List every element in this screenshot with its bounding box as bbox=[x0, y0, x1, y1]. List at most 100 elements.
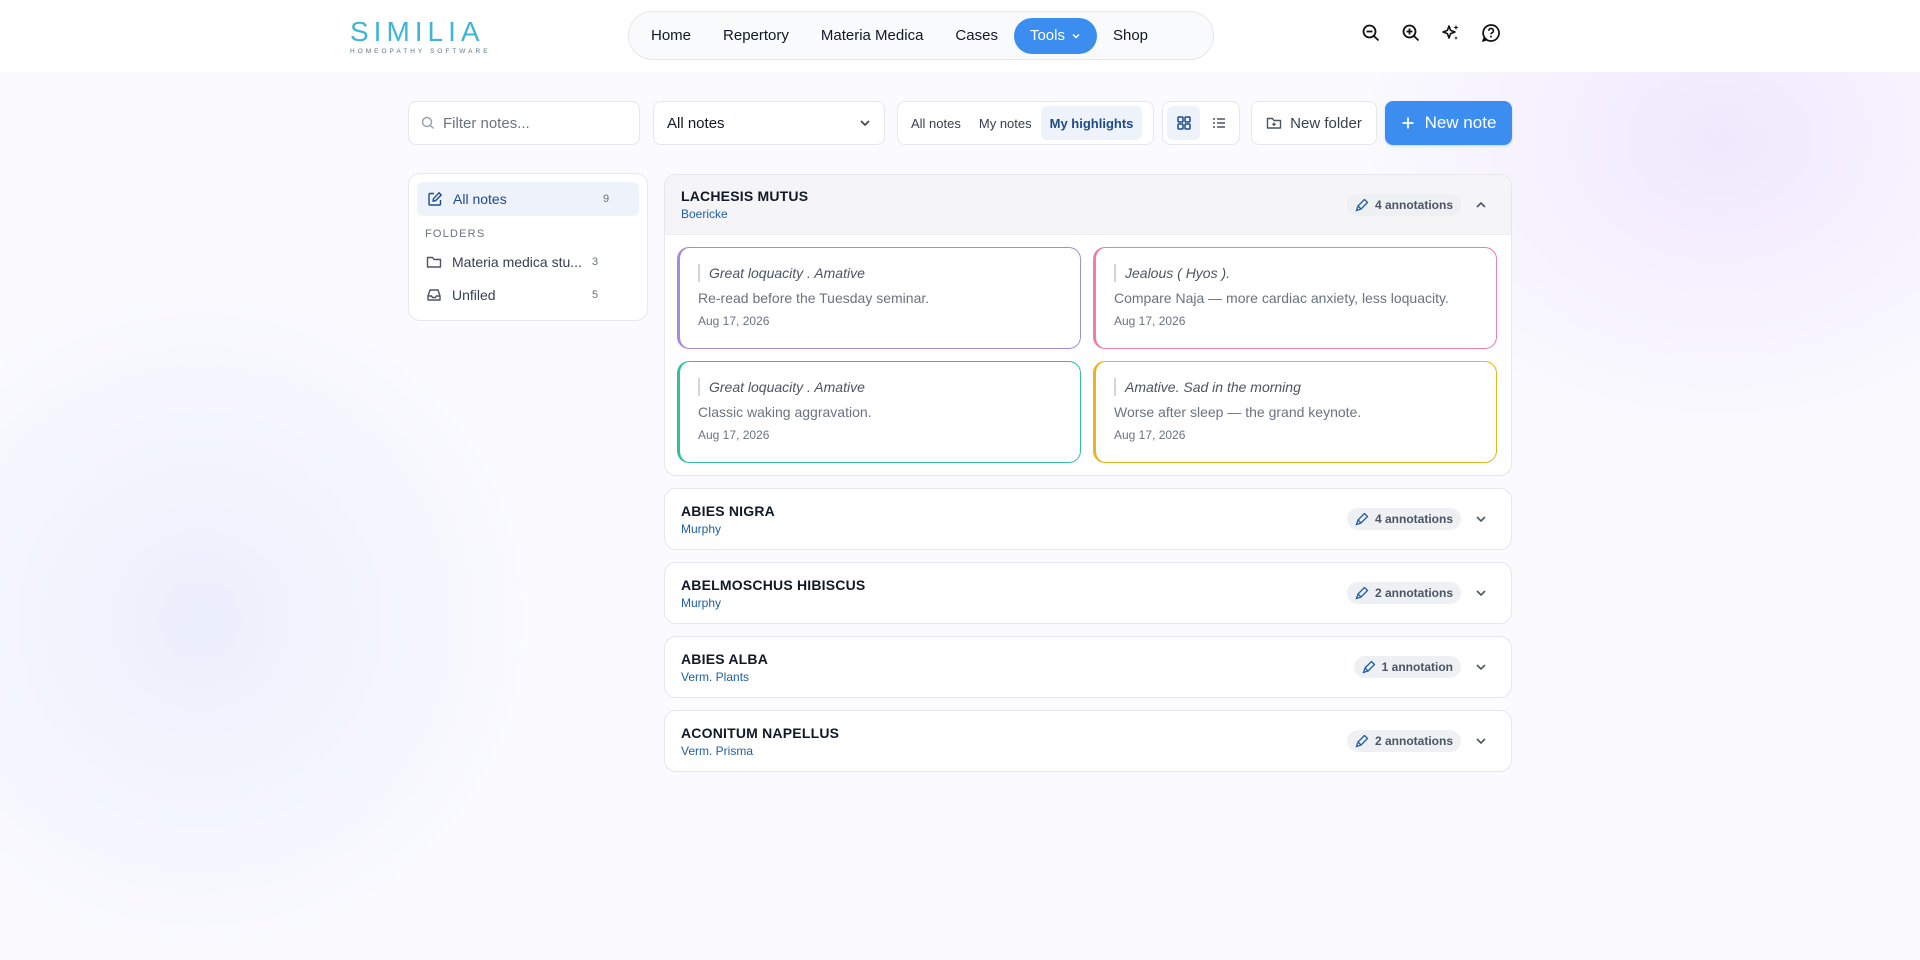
folders-heading: FOLDERS bbox=[425, 228, 486, 240]
remedy-title: ACONITUM NAPELLUS bbox=[681, 724, 840, 741]
remedy-group-header[interactable]: ACONITUM NAPELLUS Verm. Prisma 2 annotat… bbox=[665, 711, 1511, 771]
remedy-group-header[interactable]: LACHESIS MUTUS Boericke 4 annotations bbox=[665, 175, 1511, 235]
nav-item-tools[interactable]: Tools bbox=[1013, 17, 1097, 54]
annotation-note: Compare Naja — more cardiac anxiety, les… bbox=[1114, 290, 1449, 306]
brand-name: SIMILIA bbox=[350, 15, 485, 47]
search-icon bbox=[421, 116, 435, 130]
tab-all-notes[interactable]: All notes bbox=[902, 106, 970, 140]
remedy-source-link[interactable]: Verm. Plants bbox=[681, 670, 1354, 684]
plus-icon bbox=[1402, 117, 1414, 129]
folder-icon bbox=[426, 256, 442, 268]
view-mode-toggle bbox=[1162, 101, 1240, 145]
filter-notes-input[interactable] bbox=[443, 114, 623, 132]
notes-scope-select[interactable]: All notes bbox=[653, 101, 885, 145]
new-note-button[interactable]: New note bbox=[1385, 101, 1512, 145]
chevron-down-icon[interactable] bbox=[1467, 579, 1495, 607]
chevron-up-icon[interactable] bbox=[1467, 191, 1495, 219]
chevron-down-icon[interactable] bbox=[1467, 727, 1495, 755]
zoom-out-icon[interactable] bbox=[1360, 22, 1382, 44]
new-note-label: New note bbox=[1424, 113, 1497, 132]
remedy-group-header[interactable]: ABELMOSCHUS HIBISCUS Murphy 2 annotation… bbox=[665, 563, 1511, 623]
sparkles-icon[interactable] bbox=[1440, 22, 1462, 44]
list-view-button[interactable] bbox=[1202, 106, 1235, 140]
annotation-date: Aug 17, 2026 bbox=[1114, 428, 1186, 442]
highlighter-icon bbox=[1355, 586, 1369, 600]
remedy-source-link[interactable]: Murphy bbox=[681, 596, 1347, 610]
remedy-source-link[interactable]: Boericke bbox=[681, 207, 1347, 221]
highlighter-icon bbox=[1355, 734, 1369, 748]
remedy-source-link[interactable]: Murphy bbox=[681, 522, 1347, 536]
notes-scope-value: All notes bbox=[667, 114, 725, 132]
nav-item-home[interactable]: Home bbox=[635, 18, 707, 54]
remedy-group-aconitum-napellus: ACONITUM NAPELLUS Verm. Prisma 2 annotat… bbox=[664, 710, 1512, 772]
remedy-title: ABIES NIGRA bbox=[681, 502, 775, 519]
notes-sidebar: All notes 9 FOLDERS Materia medica stu..… bbox=[408, 173, 648, 321]
tab-my-highlights[interactable]: My highlights bbox=[1040, 106, 1143, 140]
annotation-date: Aug 17, 2026 bbox=[698, 314, 770, 328]
annotations-badge: 4 annotations bbox=[1346, 193, 1461, 216]
edit-note-icon bbox=[428, 192, 442, 206]
zoom-in-icon[interactable] bbox=[1400, 22, 1422, 44]
highlighter-icon bbox=[1355, 198, 1369, 212]
annotation-card[interactable]: Amative. Sad in the morning Worse after … bbox=[1093, 361, 1497, 463]
nav-item-materia-medica[interactable]: Materia Medica bbox=[805, 18, 940, 54]
remedy-group-abies-nigra: ABIES NIGRA Murphy 4 annotations bbox=[664, 488, 1512, 550]
chevron-down-icon[interactable] bbox=[1467, 505, 1495, 533]
nav-item-repertory[interactable]: Repertory bbox=[707, 18, 805, 54]
nav-item-cases[interactable]: Cases bbox=[939, 18, 1014, 54]
chevron-down-icon bbox=[1072, 33, 1080, 39]
nav-item-shop[interactable]: Shop bbox=[1097, 18, 1164, 54]
notes-filter-tabs: All notes My notes My highlights bbox=[897, 101, 1154, 145]
sidebar-item-label: Materia medica stu... bbox=[452, 254, 582, 270]
grid-view-button[interactable] bbox=[1167, 106, 1200, 140]
tab-my-notes[interactable]: My notes bbox=[970, 106, 1041, 140]
remedy-group-abies-alba: ABIES ALBA Verm. Plants 1 annotation bbox=[664, 636, 1512, 698]
remedy-group-abelmoschus-hibiscus: ABELMOSCHUS HIBISCUS Murphy 2 annotation… bbox=[664, 562, 1512, 624]
highlight-quote: Jealous ( Hyos ). bbox=[1114, 264, 1480, 282]
annotation-card[interactable]: Great loquacity . Amative Classic waking… bbox=[677, 361, 1081, 463]
grid-icon bbox=[1176, 116, 1191, 130]
annotation-card[interactable]: Jealous ( Hyos ). Compare Naja — more ca… bbox=[1093, 247, 1497, 349]
highlight-quote: Great loquacity . Amative bbox=[698, 378, 1064, 396]
inbox-icon bbox=[427, 289, 441, 301]
new-folder-button[interactable]: New folder bbox=[1251, 101, 1377, 145]
main-nav: Home Repertory Materia Medica Cases Tool… bbox=[628, 11, 1214, 60]
annotations-badge: 2 annotations bbox=[1346, 730, 1461, 752]
annotation-card[interactable]: Great loquacity . Amative Re-read before… bbox=[677, 247, 1081, 349]
help-icon[interactable] bbox=[1480, 22, 1502, 44]
remedy-title: LACHESIS MUTUS bbox=[681, 188, 809, 204]
highlighter-icon bbox=[1355, 512, 1369, 526]
similia-logo[interactable]: SIMILIA HOMEOPATHY SOFTWARE bbox=[346, 14, 488, 58]
remedy-group-header[interactable]: ABIES NIGRA Murphy 4 annotations bbox=[665, 489, 1511, 549]
remedy-group-header[interactable]: ABIES ALBA Verm. Plants 1 annotation bbox=[665, 637, 1511, 697]
remedy-title: ABIES ALBA bbox=[681, 650, 769, 667]
annotations-badge: 4 annotations bbox=[1346, 508, 1461, 530]
annotation-note: Re-read before the Tuesday seminar. bbox=[698, 290, 930, 306]
highlighter-icon bbox=[1362, 660, 1375, 674]
remedy-group-lachesis-mutus: LACHESIS MUTUS Boericke 4 annotations Gr… bbox=[664, 174, 1512, 476]
annotation-date: Aug 17, 2026 bbox=[1114, 314, 1186, 328]
highlight-quote: Great loquacity . Amative bbox=[698, 264, 1064, 282]
annotation-cards: Great loquacity . Amative Re-read before… bbox=[665, 235, 1511, 475]
header-actions bbox=[1360, 22, 1502, 44]
remedy-source-link[interactable]: Verm. Prisma bbox=[681, 744, 1347, 758]
top-bar: SIMILIA HOMEOPATHY SOFTWARE Home Reperto… bbox=[0, 0, 1920, 72]
sidebar-item-materia-medica-folder[interactable]: Materia medica stu... 3 bbox=[417, 247, 639, 277]
sidebar-item-all-notes[interactable]: All notes 9 bbox=[417, 182, 639, 216]
brand-tagline: HOMEOPATHY SOFTWARE bbox=[350, 47, 491, 55]
sidebar-item-count: 9 bbox=[603, 193, 610, 205]
annotation-note: Worse after sleep — the grand keynote. bbox=[1114, 404, 1362, 420]
filter-notes-field[interactable] bbox=[408, 101, 640, 145]
folder-plus-icon bbox=[1266, 117, 1282, 129]
new-folder-label: New folder bbox=[1290, 114, 1362, 132]
sidebar-item-label: Unfiled bbox=[452, 287, 496, 303]
annotations-badge: 1 annotation bbox=[1353, 656, 1461, 678]
sidebar-item-count: 3 bbox=[592, 256, 599, 268]
chevron-down-icon[interactable] bbox=[1467, 653, 1495, 681]
sidebar-item-count: 5 bbox=[592, 289, 599, 301]
annotation-note: Classic waking aggravation. bbox=[698, 404, 872, 420]
remedy-title: ABELMOSCHUS HIBISCUS bbox=[681, 576, 866, 593]
chevron-down-icon bbox=[860, 120, 870, 127]
highlight-quote: Amative. Sad in the morning bbox=[1114, 378, 1480, 396]
sidebar-item-unfiled[interactable]: Unfiled 5 bbox=[417, 280, 639, 310]
